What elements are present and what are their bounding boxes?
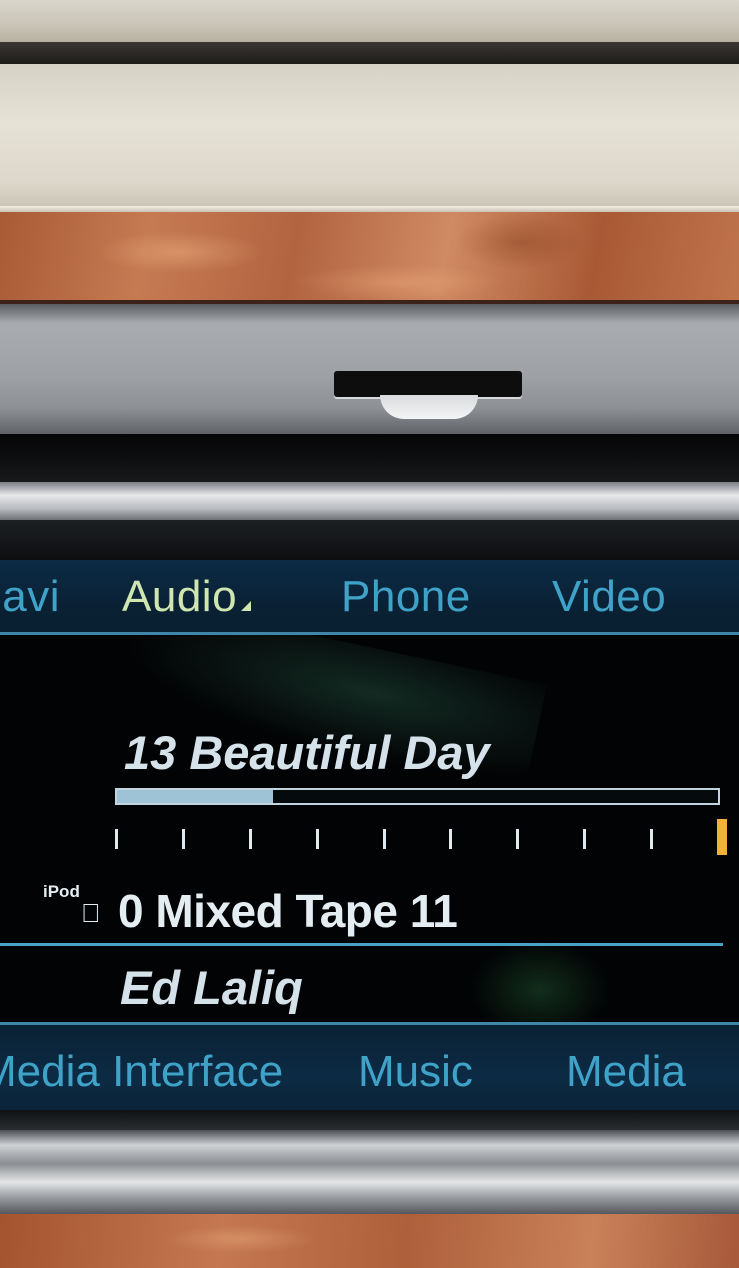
chrome-strip-bottom [0,1130,739,1214]
track-progress-fill [117,790,274,803]
track-marker [650,829,653,849]
top-gap [0,42,739,64]
menu-item-phone[interactable]: Phone [341,572,471,622]
main-menu-bar: Navi Audio Phone Video [0,560,739,635]
track-marker [182,829,185,849]
disc-slot-recess [380,395,478,419]
infotainment-screen: Navi Audio Phone Video 13 Beautiful Day … [0,560,739,1110]
menu-item-video[interactable]: Video [552,572,666,622]
dark-recess [0,434,739,484]
wood-trim-bottom [0,1214,739,1268]
menu-item-media[interactable]: Media [566,1047,686,1097]
submenu-caret-icon [241,601,252,611]
ipod-logo-icon: iPod  [43,882,113,932]
top-dashboard-trim [0,0,739,42]
track-marker [449,829,452,849]
album-title[interactable]: 0 Mixed Tape 11 [118,884,458,938]
screen-bezel-top [0,520,739,562]
upper-leather-panel [0,64,739,212]
silver-console-band [0,304,739,434]
chrome-strip-top [0,482,739,520]
track-marker [583,829,586,849]
disc-slot[interactable] [334,371,522,397]
wood-trim-top [0,212,739,302]
artist-name: Ed Laliq [120,961,303,1014]
track-marker [316,829,319,849]
track-marker [516,829,519,849]
track-marker-scale [115,819,727,855]
menu-item-navi[interactable]: Navi [0,572,60,622]
menu-item-media-interface[interactable]: Media Interface [0,1047,283,1097]
track-progress-bar [115,788,720,805]
info-divider [0,943,723,946]
menu-item-audio[interactable]: Audio [122,572,252,622]
screen-bezel-bottom [0,1110,739,1130]
menu-item-music[interactable]: Music [358,1047,473,1097]
apple-icon:  [81,898,101,929]
track-marker [115,829,118,849]
track-marker [383,829,386,849]
track-title: 13 Beautiful Day [124,726,490,779]
track-marker-current [717,819,727,855]
ipod-logo-text: iPod [43,882,80,901]
menu-item-audio-label: Audio [122,572,238,621]
track-marker [249,829,252,849]
sub-menu-bar: Media Interface Music Media [0,1022,739,1110]
